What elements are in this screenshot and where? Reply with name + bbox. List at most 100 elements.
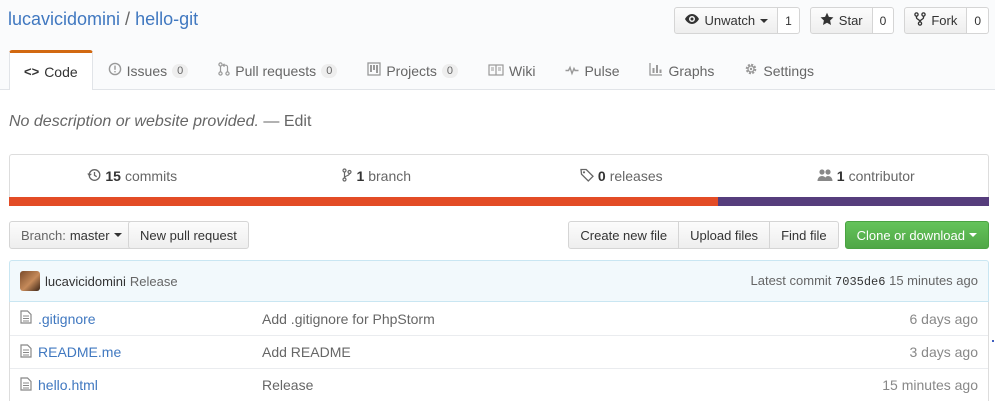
commits-link[interactable]: 15 commits bbox=[10, 168, 255, 185]
tab-settings[interactable]: Settings bbox=[729, 50, 829, 90]
watchers-count[interactable]: 1 bbox=[778, 7, 800, 34]
contributors-label: contributor bbox=[848, 168, 915, 184]
language-segment[interactable] bbox=[9, 197, 718, 206]
upload-files-button[interactable]: Upload files bbox=[678, 221, 771, 249]
releases-link[interactable]: 0 releases bbox=[499, 168, 744, 185]
file-text-icon bbox=[20, 376, 36, 394]
eye-icon bbox=[684, 13, 700, 28]
repo-title-separator: / bbox=[125, 9, 131, 29]
file-list: .gitignore Add .gitignore for PhpStorm 6… bbox=[9, 302, 989, 401]
contributors-link[interactable]: 1 contributor bbox=[744, 168, 989, 185]
unwatch-button[interactable]: Unwatch bbox=[673, 7, 779, 34]
watch-group: Unwatch 1 bbox=[673, 7, 800, 34]
pull-requests-counter: 0 bbox=[321, 63, 338, 78]
forks-count[interactable]: 0 bbox=[967, 7, 989, 34]
tab-pull-requests-label: Pull requests bbox=[235, 62, 317, 79]
branch-name: master bbox=[69, 227, 110, 243]
file-age: 15 minutes ago bbox=[882, 377, 978, 393]
repo-title: lucavicidomini / hello-git bbox=[8, 9, 198, 30]
issues-counter: 0 bbox=[172, 63, 189, 78]
tab-projects[interactable]: Projects 0 bbox=[352, 50, 473, 90]
project-icon bbox=[367, 62, 381, 79]
file-commit-message-link[interactable]: Add .gitignore for PhpStorm bbox=[262, 311, 910, 327]
numbers-summary: 15 commits 1 branch 0 releases 1 contrib… bbox=[9, 154, 989, 206]
tab-pulse-label: Pulse bbox=[584, 62, 620, 79]
stray-dot bbox=[992, 340, 994, 342]
file-age: 6 days ago bbox=[909, 310, 979, 327]
tab-pulse[interactable]: Pulse bbox=[550, 50, 634, 90]
star-button[interactable]: Star bbox=[809, 7, 873, 34]
history-icon bbox=[87, 168, 101, 185]
star-label: Star bbox=[838, 13, 863, 28]
git-pull-request-icon bbox=[218, 62, 230, 79]
description-text: No description or website provided. bbox=[9, 113, 259, 130]
pulse-icon bbox=[565, 63, 579, 79]
repo-owner-link[interactable]: lucavicidomini bbox=[8, 9, 120, 29]
tab-issues-label: Issues bbox=[126, 62, 168, 79]
star-group: Star 0 bbox=[809, 7, 895, 34]
branches-count: 1 bbox=[356, 168, 365, 184]
book-icon bbox=[488, 63, 504, 79]
issue-opened-icon bbox=[108, 62, 122, 79]
repo-name-link[interactable]: hello-git bbox=[135, 9, 198, 29]
tab-settings-label: Settings bbox=[763, 62, 814, 79]
organization-icon bbox=[817, 168, 833, 185]
releases-label: releases bbox=[609, 168, 663, 184]
projects-counter: 0 bbox=[441, 63, 459, 78]
releases-count: 0 bbox=[597, 168, 606, 184]
commit-message-link[interactable]: Release bbox=[130, 274, 178, 289]
star-icon bbox=[820, 12, 834, 29]
branch-select-label: Branch: bbox=[21, 227, 66, 243]
latest-commit-age: 15 minutes ago bbox=[889, 273, 978, 288]
tab-issues[interactable]: Issues 0 bbox=[93, 50, 204, 90]
clone-or-download-button[interactable]: Clone or download bbox=[844, 221, 989, 249]
tab-pull-requests[interactable]: Pull requests 0 bbox=[203, 50, 352, 90]
unwatch-label: Unwatch bbox=[704, 13, 756, 28]
branch-select-button[interactable]: Branch: master bbox=[9, 221, 134, 249]
commit-sha-link[interactable]: 7035de6 bbox=[835, 275, 885, 289]
description-dash: — bbox=[263, 113, 280, 130]
branches-label: branch bbox=[368, 168, 412, 184]
file-navigation: Branch: master New pull request Create n… bbox=[9, 221, 989, 249]
file-actions: Create new file Upload files Find file C… bbox=[568, 221, 989, 249]
edit-description-link[interactable]: Edit bbox=[284, 113, 312, 130]
tab-wiki-label: Wiki bbox=[509, 62, 536, 79]
stargazers-count[interactable]: 0 bbox=[872, 7, 895, 34]
tab-code[interactable]: <> Code bbox=[9, 50, 93, 90]
chevron-down-icon bbox=[969, 233, 977, 237]
graph-icon bbox=[649, 62, 663, 79]
repo-actions: Unwatch 1 Star 0 Fork 0 bbox=[673, 7, 989, 34]
commit-author-link[interactable]: lucavicidomini bbox=[45, 274, 126, 289]
table-row: README.me Add README 3 days ago bbox=[10, 335, 988, 368]
git-branch-icon bbox=[342, 167, 353, 185]
file-name-link[interactable]: hello.html bbox=[38, 377, 262, 393]
chevron-down-icon bbox=[113, 233, 122, 237]
table-row: hello.html Release 15 minutes ago bbox=[10, 368, 988, 401]
repo-description: No description or website provided. — Ed… bbox=[9, 113, 311, 131]
language-bar[interactable] bbox=[9, 197, 989, 206]
tab-graphs-label: Graphs bbox=[668, 62, 715, 79]
language-segment[interactable] bbox=[717, 197, 989, 206]
tab-wiki[interactable]: Wiki bbox=[473, 50, 550, 90]
table-row: .gitignore Add .gitignore for PhpStorm 6… bbox=[10, 302, 988, 335]
avatar[interactable] bbox=[20, 271, 40, 291]
latest-commit-meta: Latest commit 7035de6 15 minutes ago bbox=[751, 273, 979, 289]
latest-commit-prefix: Latest commit bbox=[750, 273, 832, 288]
file-text-icon bbox=[20, 310, 36, 327]
tag-icon bbox=[580, 168, 594, 185]
branches-link[interactable]: 1 branch bbox=[255, 167, 500, 185]
fork-label: Fork bbox=[931, 13, 958, 28]
file-commit-message-link[interactable]: Release bbox=[262, 377, 882, 393]
file-commit-message-link[interactable]: Add README bbox=[262, 344, 910, 360]
repo-nav: <> Code Issues 0 Pull requests 0 Project… bbox=[9, 50, 829, 90]
tab-graphs[interactable]: Graphs bbox=[634, 50, 729, 90]
create-new-file-button[interactable]: Create new file bbox=[568, 221, 680, 249]
new-pull-request-button[interactable]: New pull request bbox=[128, 221, 249, 249]
file-name-link[interactable]: README.me bbox=[38, 344, 262, 360]
file-age: 3 days ago bbox=[909, 344, 979, 360]
file-name-link[interactable]: .gitignore bbox=[38, 311, 262, 327]
fork-button[interactable]: Fork bbox=[904, 7, 968, 34]
commits-count: 15 bbox=[105, 168, 121, 184]
find-file-button[interactable]: Find file bbox=[769, 221, 839, 249]
fork-group: Fork 0 bbox=[904, 7, 989, 34]
